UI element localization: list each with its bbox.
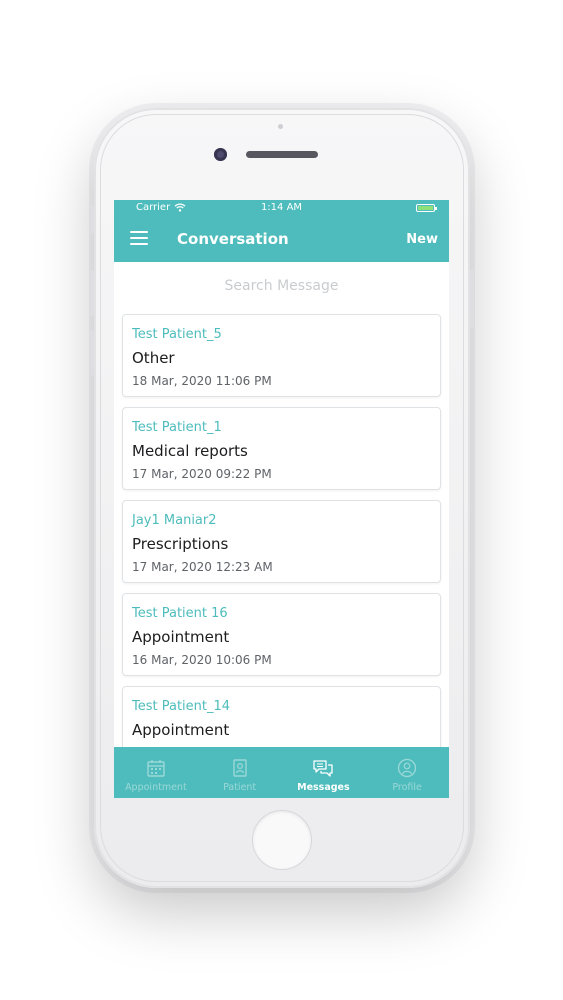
conversation-subject: Prescriptions <box>132 535 229 553</box>
patient-name: Test Patient 16 <box>132 606 228 621</box>
tab-label: Patient <box>223 782 257 793</box>
conversation-date: 16 Mar, 2020 10:06 PM <box>132 653 272 667</box>
calendar-icon <box>147 760 165 777</box>
bottom-tab-bar: Appointment Patient Messages Profile <box>114 747 449 798</box>
conversation-subject: Appointment <box>132 721 230 739</box>
home-button[interactable] <box>252 810 312 870</box>
new-conversation-button[interactable]: New <box>406 232 438 247</box>
patient-record-icon <box>232 759 247 777</box>
tab-messages[interactable]: Messages <box>282 747 366 798</box>
conversation-date: 17 Mar, 2020 09:22 PM <box>132 467 272 481</box>
battery-icon <box>416 204 437 212</box>
search-input[interactable] <box>114 272 449 300</box>
front-camera <box>214 148 227 161</box>
conversation-subject: Appointment <box>132 628 230 646</box>
profile-icon <box>397 758 417 778</box>
conversation-item[interactable]: Jay1 Maniar2 Prescriptions 17 Mar, 2020 … <box>122 500 441 583</box>
earpiece-speaker <box>246 151 318 158</box>
patient-name: Test Patient_1 <box>132 420 222 435</box>
conversation-item[interactable]: Test Patient_5 Other 18 Mar, 2020 11:06 … <box>122 314 441 397</box>
proximity-sensor <box>278 124 283 129</box>
patient-name: Test Patient_14 <box>132 699 231 714</box>
app-screen: Carrier 1:14 AM Conversation New Test Pa… <box>114 200 449 798</box>
device-mockup: Carrier 1:14 AM Conversation New Test Pa… <box>0 0 563 1000</box>
power-button <box>470 270 474 328</box>
volume-down-button-2 <box>90 330 94 376</box>
tab-profile[interactable]: Profile <box>365 747 449 798</box>
tab-patient[interactable]: Patient <box>198 747 282 798</box>
hamburger-menu-icon[interactable] <box>130 231 148 245</box>
volume-down-button <box>90 270 94 316</box>
navigation-bar: Conversation New <box>114 216 449 262</box>
conversation-subject: Medical reports <box>132 442 248 460</box>
status-bar: Carrier 1:14 AM <box>114 200 449 216</box>
conversation-subject: Other <box>132 349 175 367</box>
status-time: 1:14 AM <box>260 202 303 213</box>
conversation-date: 17 Mar, 2020 12:23 AM <box>132 560 273 574</box>
page-title: Conversation <box>177 230 289 248</box>
tab-appointment[interactable]: Appointment <box>114 747 198 798</box>
tab-label: Profile <box>392 782 422 793</box>
conversation-item[interactable]: Test Patient 16 Appointment 16 Mar, 2020… <box>122 593 441 676</box>
conversation-item[interactable]: Test Patient_1 Medical reports 17 Mar, 2… <box>122 407 441 490</box>
chat-bubbles-icon <box>313 760 334 777</box>
conversation-date: 18 Mar, 2020 11:06 PM <box>132 374 272 388</box>
tab-label: Messages <box>297 782 350 793</box>
volume-up-button <box>90 205 94 233</box>
patient-name: Test Patient_5 <box>132 327 222 342</box>
tab-label: Appointment <box>125 782 187 793</box>
patient-name: Jay1 Maniar2 <box>132 513 217 528</box>
